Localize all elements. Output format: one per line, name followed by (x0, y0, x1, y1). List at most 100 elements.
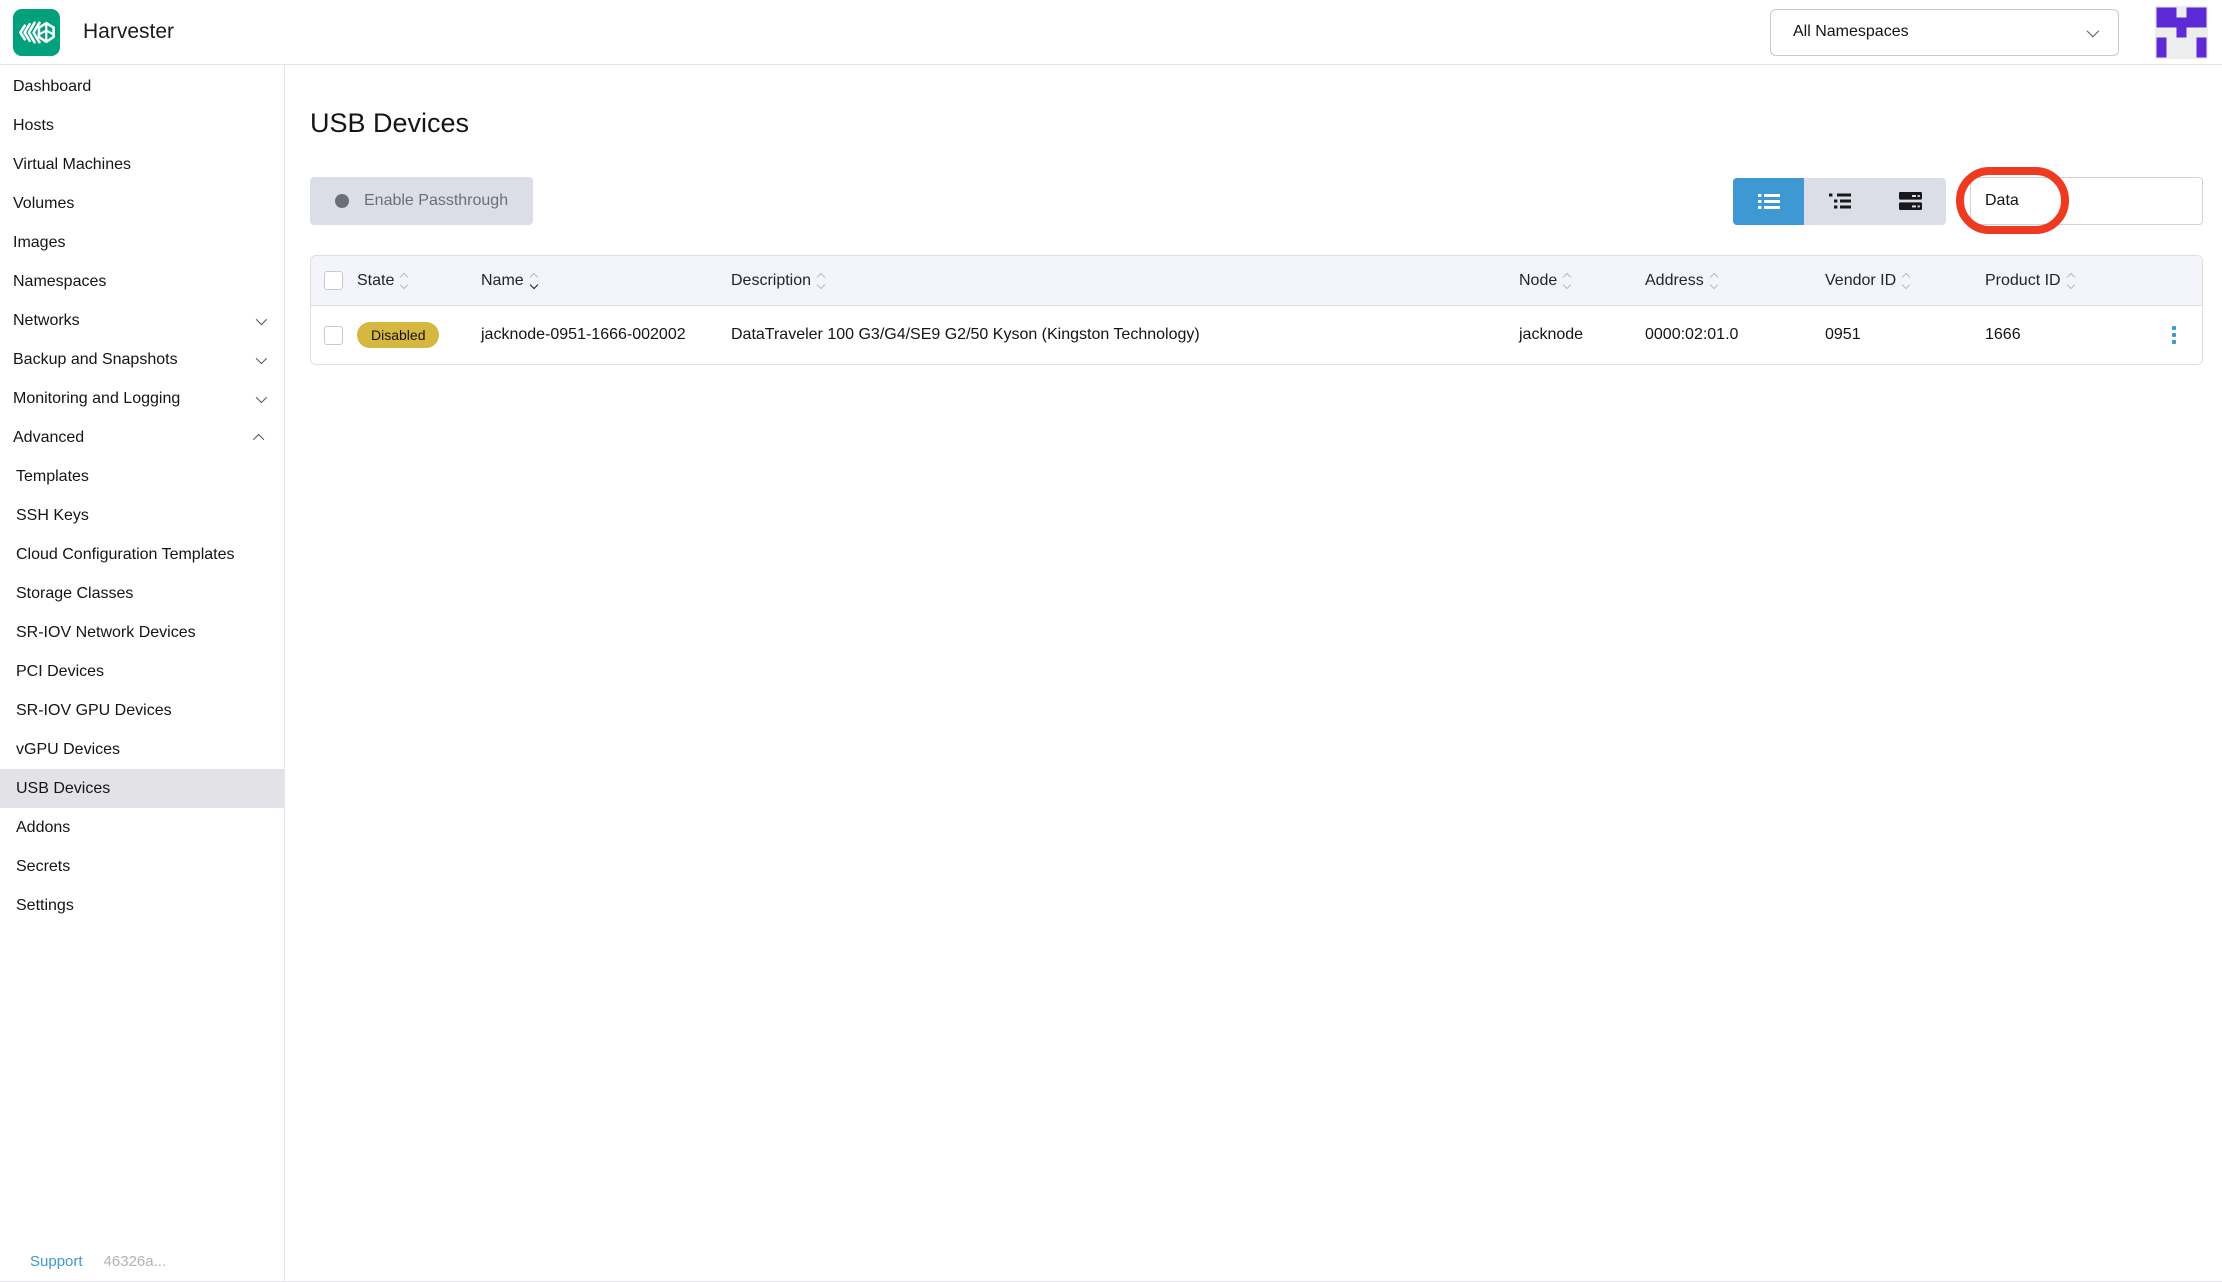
sidebar-item-label: Backup and Snapshots (13, 351, 178, 369)
cell-name: jacknode-0951-1666-002002 (481, 326, 731, 344)
sidebar-item-label: SSH Keys (16, 507, 89, 525)
column-label: Node (1519, 272, 1557, 290)
grouped-view-button[interactable] (1804, 178, 1875, 225)
sort-carets-icon (1711, 274, 1717, 288)
sidebar-item-label: SR-IOV Network Devices (16, 624, 196, 642)
support-link[interactable]: Support (30, 1253, 83, 1270)
table-header-row: State Name Description Node (311, 256, 2202, 305)
sidebar-item-volumes[interactable]: Volumes (0, 184, 284, 223)
chevron-down-icon (256, 313, 267, 324)
version-text: 46326a... (104, 1253, 167, 1270)
sidebar-item-label: Storage Classes (16, 585, 133, 603)
sort-carets-icon (1903, 274, 1909, 288)
sidebar-item-label: Networks (13, 312, 80, 330)
sidebar-item-dashboard[interactable]: Dashboard (0, 67, 284, 106)
page-title: USB Devices (310, 108, 2203, 139)
sidebar-item-label: Settings (16, 897, 74, 915)
usb-devices-table: State Name Description Node (310, 255, 2203, 365)
sidebar-item-settings[interactable]: Settings (0, 886, 284, 925)
sidebar-item-label: PCI Devices (16, 663, 104, 681)
sidebar-item-sriov-network-devices[interactable]: SR-IOV Network Devices (0, 613, 284, 652)
sort-carets-icon (531, 274, 537, 288)
column-header-name[interactable]: Name (481, 272, 731, 290)
sidebar-item-label: Volumes (13, 195, 74, 213)
sidebar-item-storage-classes[interactable]: Storage Classes (0, 574, 284, 613)
card-view-button[interactable] (1875, 178, 1946, 225)
harvester-app: Harvester All Namespaces Das (0, 0, 2222, 1282)
column-header-description[interactable]: Description (731, 272, 1499, 290)
sidebar-item-secrets[interactable]: Secrets (0, 847, 284, 886)
namespace-selector-value: All Namespaces (1793, 23, 1909, 41)
sidebar-item-addons[interactable]: Addons (0, 808, 284, 847)
cell-description: DataTraveler 100 G3/G4/SE9 G2/50 Kyson (… (731, 326, 1499, 344)
enable-passthrough-label: Enable Passthrough (364, 192, 508, 210)
column-label: State (357, 272, 394, 290)
sidebar-item-images[interactable]: Images (0, 223, 284, 262)
column-header-node[interactable]: Node (1499, 272, 1625, 290)
table-row: Disabled jacknode-0951-1666-002002 DataT… (311, 305, 2202, 364)
select-all-checkbox[interactable] (324, 271, 343, 290)
cell-address: 0000:02:01.0 (1625, 326, 1805, 344)
grouped-list-view-icon (1829, 193, 1851, 210)
sidebar-group-advanced[interactable]: Advanced (0, 418, 284, 457)
sort-carets-icon (818, 274, 824, 288)
sidebar-item-label: Cloud Configuration Templates (16, 546, 235, 564)
sidebar-item-vgpu-devices[interactable]: vGPU Devices (0, 730, 284, 769)
sidebar-item-templates[interactable]: Templates (0, 457, 284, 496)
sidebar-item-sriov-gpu-devices[interactable]: SR-IOV GPU Devices (0, 691, 284, 730)
sidebar-item-label: Namespaces (13, 273, 106, 291)
column-header-product-id[interactable]: Product ID (1965, 272, 2146, 290)
sidebar-item-label: SR-IOV GPU Devices (16, 702, 172, 720)
chevron-down-icon (256, 352, 267, 363)
cell-vendor-id: 0951 (1805, 326, 1965, 344)
sidebar-item-label: Secrets (16, 858, 70, 876)
app-name: Harvester (83, 20, 174, 44)
status-dot-icon (335, 194, 349, 208)
sort-carets-icon (2068, 274, 2074, 288)
sidebar-item-label: Dashboard (13, 78, 91, 96)
sidebar-nav: Dashboard Hosts Virtual Machines Volumes… (0, 65, 285, 1282)
sidebar-item-label: Hosts (13, 117, 54, 135)
sort-carets-icon (1564, 274, 1570, 288)
sidebar-item-label: Monitoring and Logging (13, 390, 180, 408)
main-content: USB Devices Enable Passthrough (285, 65, 2222, 1282)
enable-passthrough-button[interactable]: Enable Passthrough (310, 177, 533, 225)
cell-product-id: 1666 (1965, 326, 2146, 344)
sidebar-item-cloud-configuration-templates[interactable]: Cloud Configuration Templates (0, 535, 284, 574)
toolbar: Enable Passthrough (310, 177, 2203, 225)
sidebar-item-label: Virtual Machines (13, 156, 131, 174)
namespace-selector[interactable]: All Namespaces (1770, 9, 2119, 56)
sidebar-item-namespaces[interactable]: Namespaces (0, 262, 284, 301)
filter-area (1970, 177, 2203, 225)
filter-input[interactable] (1970, 177, 2203, 225)
sort-carets-icon (401, 274, 407, 288)
column-label: Product ID (1985, 272, 2061, 290)
sidebar-footer: Support 46326a... (30, 1253, 166, 1270)
kebab-menu-icon[interactable] (2146, 326, 2202, 344)
sidebar-group-backup-and-snapshots[interactable]: Backup and Snapshots (0, 340, 284, 379)
column-header-vendor-id[interactable]: Vendor ID (1805, 272, 1965, 290)
chevron-down-icon (2087, 24, 2100, 37)
sidebar-item-usb-devices[interactable]: USB Devices (0, 769, 284, 808)
column-header-address[interactable]: Address (1625, 272, 1805, 290)
list-view-button[interactable] (1733, 178, 1804, 225)
column-label: Description (731, 272, 811, 290)
sidebar-item-ssh-keys[interactable]: SSH Keys (0, 496, 284, 535)
column-header-state[interactable]: State (357, 272, 481, 290)
sidebar-item-hosts[interactable]: Hosts (0, 106, 284, 145)
user-avatar-identicon[interactable] (2155, 6, 2208, 59)
sidebar-item-label: Images (13, 234, 65, 252)
sidebar-group-networks[interactable]: Networks (0, 301, 284, 340)
sidebar-item-label: Addons (16, 819, 70, 837)
column-label: Address (1645, 272, 1704, 290)
chevron-down-icon (256, 391, 267, 402)
row-checkbox[interactable] (324, 326, 343, 345)
sidebar-item-pci-devices[interactable]: PCI Devices (0, 652, 284, 691)
sidebar-item-virtual-machines[interactable]: Virtual Machines (0, 145, 284, 184)
sidebar-item-label: USB Devices (16, 780, 110, 798)
sidebar-item-label: Advanced (13, 429, 84, 447)
cell-node: jacknode (1499, 326, 1625, 344)
sidebar-group-monitoring-and-logging[interactable]: Monitoring and Logging (0, 379, 284, 418)
view-mode-toggle (1733, 178, 1946, 225)
column-label: Name (481, 272, 524, 290)
